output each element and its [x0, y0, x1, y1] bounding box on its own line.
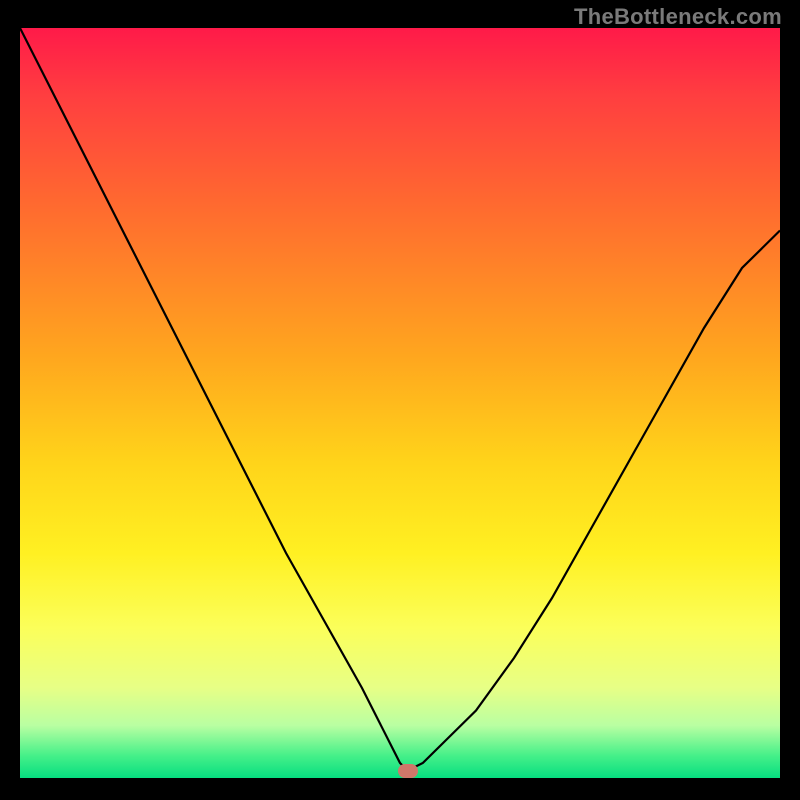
v-curve	[20, 28, 780, 778]
minimum-marker	[398, 764, 418, 778]
watermark-text: TheBottleneck.com	[574, 4, 782, 30]
plot-area	[20, 28, 780, 778]
chart-frame: TheBottleneck.com	[0, 0, 800, 800]
